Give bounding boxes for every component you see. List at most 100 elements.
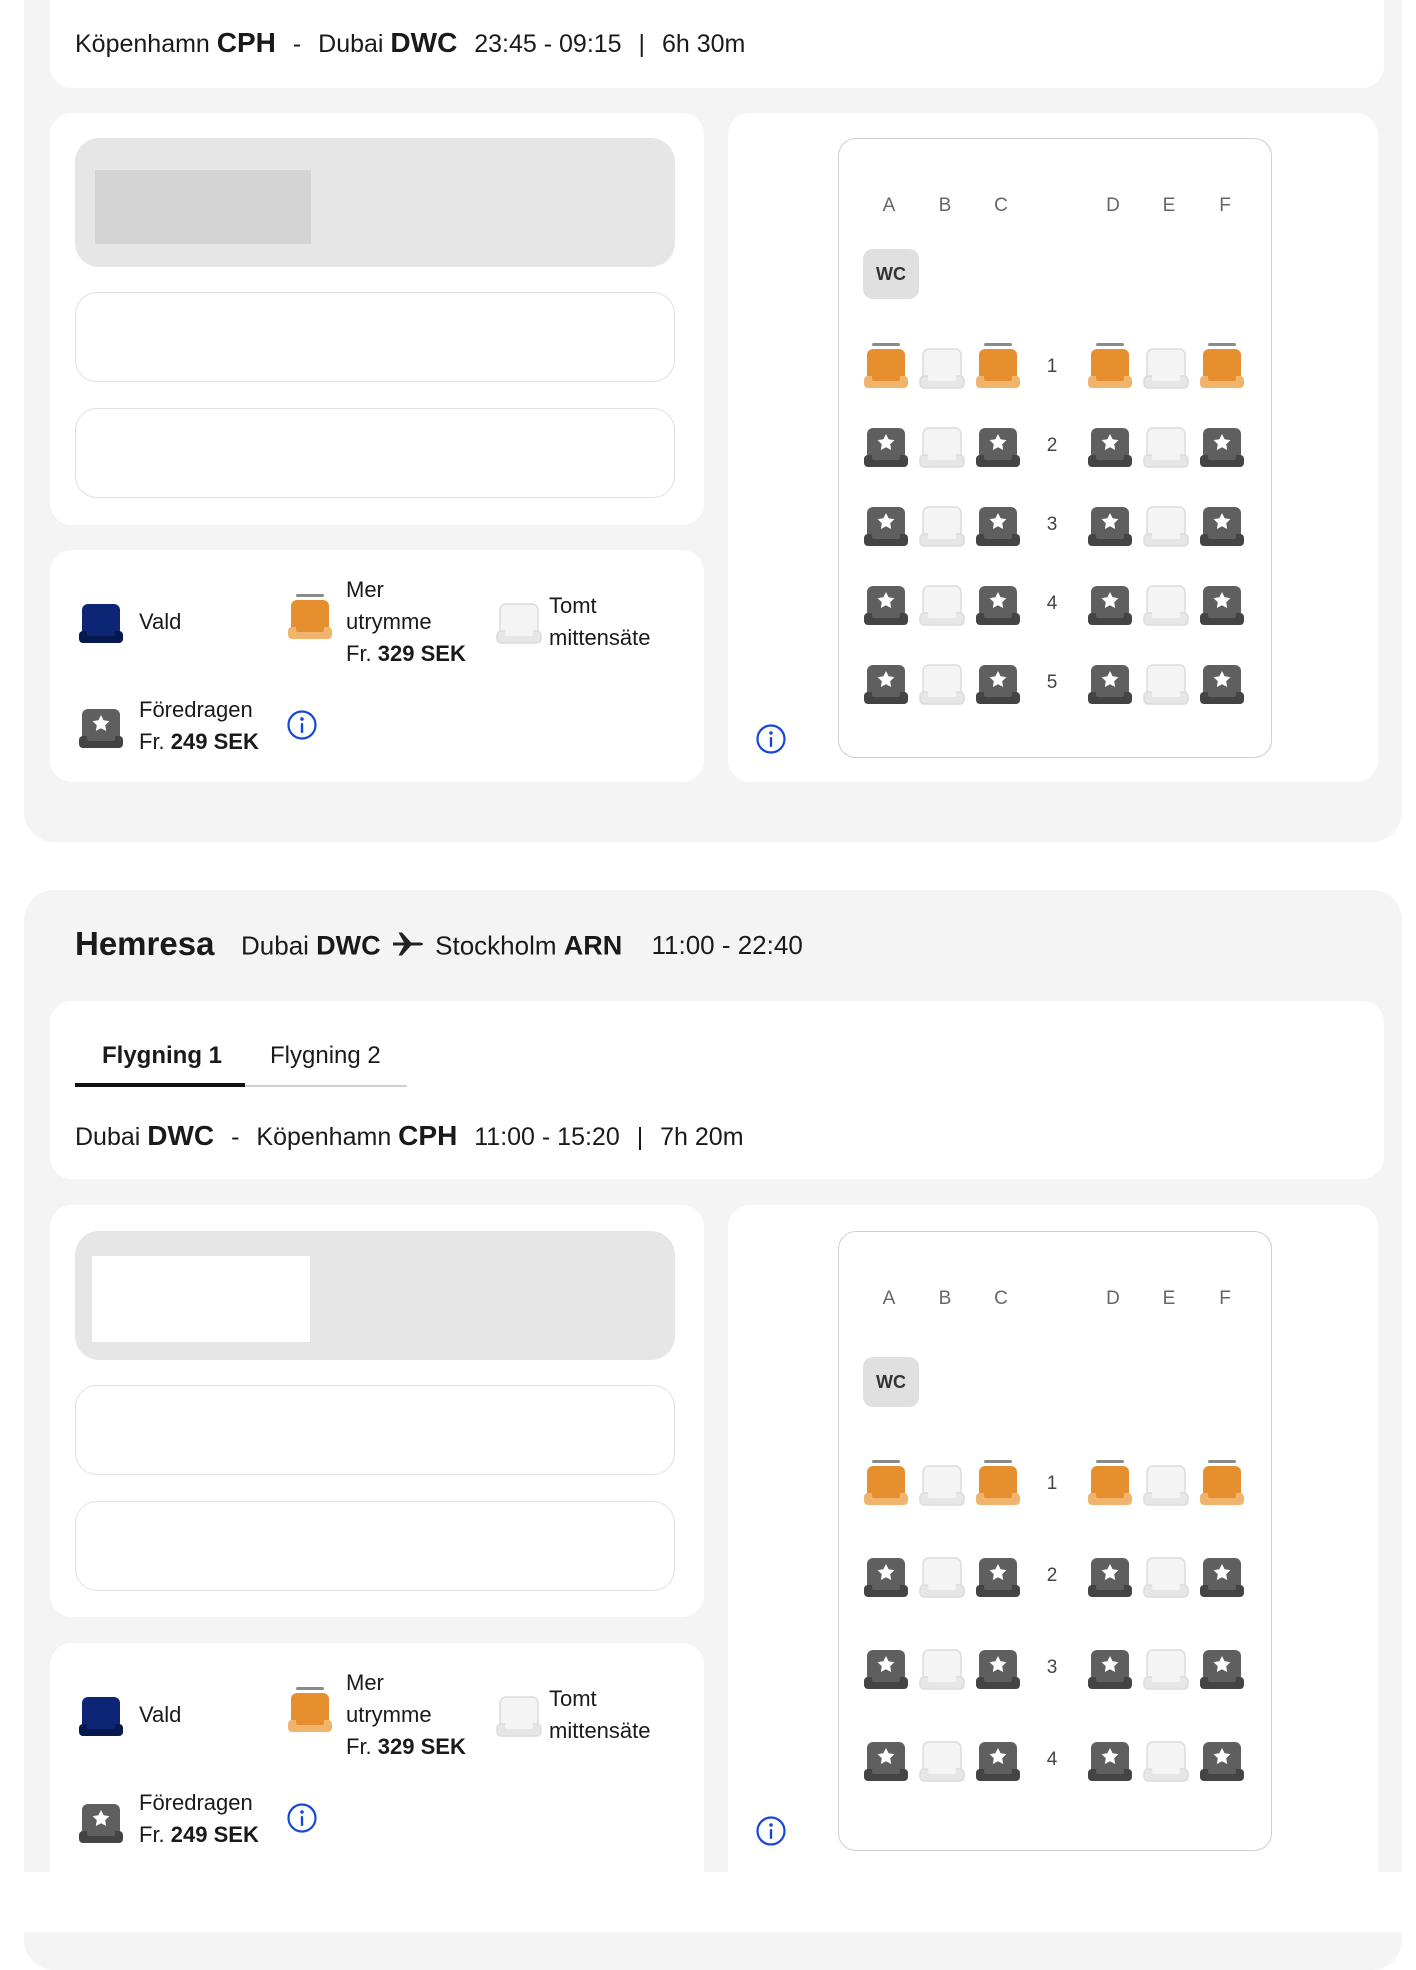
- seat-5B[interactable]: [919, 658, 965, 706]
- seat-row-number: 2: [1046, 1565, 1058, 1586]
- seat-column-label: C: [994, 195, 1008, 216]
- return-route: Dubai DWC Stockholm ARN 11:00 - 22:40: [241, 930, 803, 965]
- seatmap: A B C D E F WC 1 2 3 4: [838, 1231, 1272, 1851]
- extra-legroom-seat-icon: [287, 593, 333, 641]
- seat-4D[interactable]: [1087, 1735, 1133, 1783]
- seat-4A[interactable]: [863, 579, 909, 627]
- seat-5D[interactable]: [1087, 658, 1133, 706]
- page-bottom-edge: [0, 1872, 1416, 1932]
- preferred-seat-icon: [78, 702, 124, 750]
- seat-2C[interactable]: [975, 1551, 1021, 1599]
- info-icon[interactable]: [286, 1802, 318, 1834]
- selected-seat-icon: [78, 1690, 124, 1738]
- seat-2C[interactable]: [975, 421, 1021, 469]
- seat-1B[interactable]: [919, 342, 965, 390]
- seat-3F[interactable]: [1199, 1643, 1245, 1691]
- seat-3E[interactable]: [1143, 1643, 1189, 1691]
- seat-2A[interactable]: [863, 1551, 909, 1599]
- passenger-option-box[interactable]: [75, 1385, 675, 1475]
- seat-3A[interactable]: [863, 1643, 909, 1691]
- seat-column-label: A: [882, 1288, 896, 1309]
- seat-2D[interactable]: [1087, 421, 1133, 469]
- seat-3B[interactable]: [919, 1643, 965, 1691]
- seat-1C[interactable]: [975, 1459, 1021, 1507]
- tab-active-indicator: [75, 1083, 245, 1087]
- seat-column-label: B: [938, 195, 952, 216]
- seat-2F[interactable]: [1199, 421, 1245, 469]
- legend-selected-label: Vald: [139, 1702, 182, 1727]
- seat-3C[interactable]: [975, 1643, 1021, 1691]
- legend-preferred-label: Föredragen Fr. 249 SEK: [139, 1790, 259, 1847]
- seat-5F[interactable]: [1199, 658, 1245, 706]
- passenger-option-box[interactable]: [75, 408, 675, 498]
- seat-1A[interactable]: [863, 1459, 909, 1507]
- info-icon[interactable]: [755, 1815, 787, 1847]
- seat-3A[interactable]: [863, 500, 909, 548]
- passenger-option-box[interactable]: [75, 1501, 675, 1591]
- passenger-option-box[interactable]: [75, 292, 675, 382]
- seat-1F[interactable]: [1199, 342, 1245, 390]
- airplane-icon: [392, 930, 424, 965]
- tab-flight-2[interactable]: Flygning 2: [270, 1042, 381, 1070]
- seat-4F[interactable]: [1199, 579, 1245, 627]
- seat-column-label: D: [1106, 1288, 1120, 1309]
- seat-column-label: F: [1219, 195, 1231, 216]
- seat-column-label: F: [1219, 1288, 1231, 1309]
- wc-icon: WC: [863, 249, 919, 299]
- seat-3E[interactable]: [1143, 500, 1189, 548]
- wc-icon: WC: [863, 1357, 919, 1407]
- seat-4A[interactable]: [863, 1735, 909, 1783]
- seat-1A[interactable]: [863, 342, 909, 390]
- seat-row-number: 3: [1046, 1657, 1058, 1678]
- info-icon[interactable]: [286, 709, 318, 741]
- section-title: Hemresa: [75, 925, 215, 962]
- seat-1D[interactable]: [1087, 1459, 1133, 1507]
- legend-empty-label: Tomt mittensäte: [549, 1686, 651, 1743]
- outbound-segment-route: Köpenhamn CPH - Dubai DWC 23:45 - 09:15 …: [75, 27, 746, 58]
- seat-3F[interactable]: [1199, 500, 1245, 548]
- seat-column-label: A: [882, 195, 896, 216]
- legend-preferred-label: Föredragen Fr. 249 SEK: [139, 697, 259, 754]
- seat-4D[interactable]: [1087, 579, 1133, 627]
- seat-column-label: D: [1106, 195, 1120, 216]
- seat-1D[interactable]: [1087, 342, 1133, 390]
- seat-1B[interactable]: [919, 1459, 965, 1507]
- passenger-name-placeholder: [95, 170, 311, 244]
- seat-1E[interactable]: [1143, 342, 1189, 390]
- seat-2F[interactable]: [1199, 1551, 1245, 1599]
- seat-3D[interactable]: [1087, 500, 1133, 548]
- seat-2B[interactable]: [919, 1551, 965, 1599]
- seat-4B[interactable]: [919, 1735, 965, 1783]
- seat-column-label: E: [1162, 195, 1176, 216]
- tab-flight-1[interactable]: Flygning 1: [102, 1042, 222, 1070]
- seat-4F[interactable]: [1199, 1735, 1245, 1783]
- seat-2E[interactable]: [1143, 421, 1189, 469]
- seat-row-number: 4: [1046, 593, 1058, 614]
- seat-3D[interactable]: [1087, 1643, 1133, 1691]
- seat-4C[interactable]: [975, 579, 1021, 627]
- seat-4C[interactable]: [975, 1735, 1021, 1783]
- seat-5C[interactable]: [975, 658, 1021, 706]
- seat-1E[interactable]: [1143, 1459, 1189, 1507]
- seat-3B[interactable]: [919, 500, 965, 548]
- seat-4E[interactable]: [1143, 1735, 1189, 1783]
- empty-middle-seat-icon: [496, 1690, 542, 1738]
- seat-4B[interactable]: [919, 579, 965, 627]
- info-icon[interactable]: [755, 723, 787, 755]
- seat-column-label: B: [938, 1288, 952, 1309]
- extra-legroom-seat-icon: [287, 1686, 333, 1734]
- selected-seat-icon: [78, 597, 124, 645]
- seat-1C[interactable]: [975, 342, 1021, 390]
- seat-3C[interactable]: [975, 500, 1021, 548]
- passenger-name-placeholder: [92, 1256, 310, 1342]
- seat-1F[interactable]: [1199, 1459, 1245, 1507]
- seat-2A[interactable]: [863, 421, 909, 469]
- legend-empty-label: Tomt mittensäte: [549, 593, 651, 650]
- seat-2B[interactable]: [919, 421, 965, 469]
- seat-2D[interactable]: [1087, 1551, 1133, 1599]
- seat-4E[interactable]: [1143, 579, 1189, 627]
- seat-2E[interactable]: [1143, 1551, 1189, 1599]
- seat-5E[interactable]: [1143, 658, 1189, 706]
- legend-extra-label: Mer utrymme Fr. 329 SEK: [346, 1670, 466, 1759]
- seat-5A[interactable]: [863, 658, 909, 706]
